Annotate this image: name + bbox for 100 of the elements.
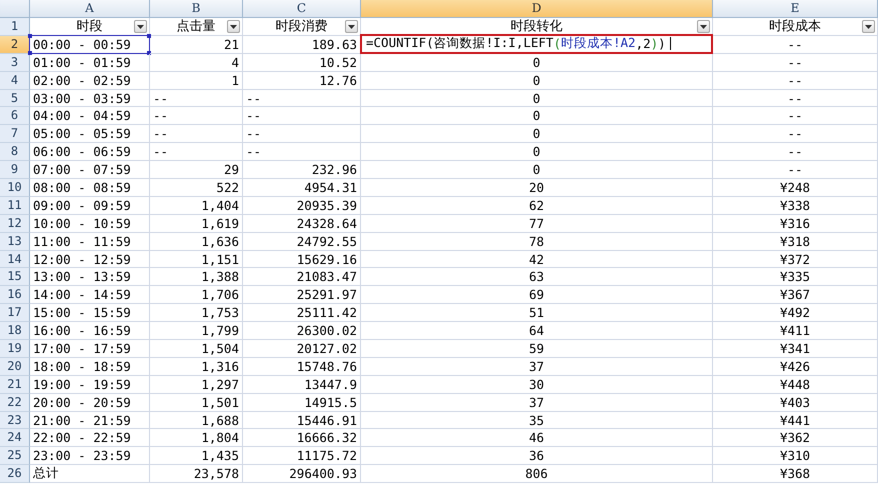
cell-value: ¥341 <box>780 340 810 356</box>
row-header[interactable]: 6 <box>0 107 30 126</box>
row-header[interactable]: 21 <box>0 376 30 394</box>
cell-value: 25291.97 <box>296 287 357 302</box>
cell-value: 1 <box>231 72 239 88</box>
cell-value: 1,388 <box>201 269 239 284</box>
row-header[interactable]: 24 <box>0 429 30 448</box>
column-title: 点击量 <box>176 18 216 36</box>
caret-down-icon <box>230 24 237 28</box>
cell-value: -- <box>787 36 803 52</box>
row-header[interactable]: 13 <box>0 232 30 251</box>
cell-value: 23:00 - 23:59 <box>33 448 131 464</box>
filter-dropdown-button[interactable] <box>134 20 147 33</box>
cell-value: -- <box>787 108 803 124</box>
cell-value: 30 <box>528 376 544 392</box>
cell-value: ¥248 <box>780 180 810 195</box>
cell-value: 05:00 - 05:59 <box>33 126 131 142</box>
cell-value: 806 <box>525 466 548 482</box>
cell-value: 13447.9 <box>304 376 357 392</box>
column-header[interactable]: E <box>713 0 878 18</box>
cell-value: 06:00 - 06:59 <box>33 144 131 160</box>
cell-value: 07:00 - 07:59 <box>33 162 131 178</box>
cell-value: 1,636 <box>201 234 239 249</box>
caret-down-icon <box>700 24 707 28</box>
column-header[interactable]: A <box>30 0 150 18</box>
cell-value: 16666.32 <box>296 430 357 446</box>
cell-value: 46 <box>528 430 544 446</box>
filter-dropdown-button[interactable] <box>697 20 710 33</box>
cell-value: 14:00 - 14:59 <box>33 287 131 302</box>
column-header[interactable]: B <box>150 0 243 18</box>
cell-value: 17:00 - 17:59 <box>33 340 131 356</box>
cell-value: -- <box>246 90 262 106</box>
cell-value: 0 <box>532 108 540 124</box>
filter-dropdown-button[interactable] <box>862 20 875 33</box>
cell-value: 69 <box>528 287 544 302</box>
referenced-cell: 00:00 - 00:59 <box>29 34 150 54</box>
cell-value: 189.63 <box>312 36 357 52</box>
row-header[interactable]: 22 <box>0 394 30 412</box>
text-cursor <box>670 37 671 50</box>
cell-value: ¥316 <box>780 216 810 231</box>
cell-value: 1,297 <box>201 376 239 392</box>
row-header[interactable]: 16 <box>0 286 30 304</box>
row-header[interactable]: 25 <box>0 447 30 466</box>
row-header[interactable]: 23 <box>0 412 30 430</box>
cell-value: 总计 <box>33 465 59 482</box>
column-title: 时段消费 <box>276 18 328 36</box>
caret-down-icon <box>137 24 144 28</box>
cell-value: 20935.39 <box>296 198 357 213</box>
row-header[interactable]: 10 <box>0 179 30 197</box>
row-header[interactable]: 19 <box>0 340 30 358</box>
row-header[interactable]: 5 <box>0 90 30 108</box>
cell-value: 0 <box>532 72 540 88</box>
row-header[interactable]: 11 <box>0 196 30 215</box>
cell-value: 23,578 <box>194 466 239 482</box>
cell-value: 51 <box>528 305 544 320</box>
row-header[interactable]: 20 <box>0 358 30 376</box>
cell-value: 21083.47 <box>296 269 357 284</box>
cell-value: 1,404 <box>201 198 239 213</box>
row-header[interactable]: 17 <box>0 304 30 322</box>
cell-value: 20:00 - 20:59 <box>33 394 131 410</box>
formula-editor[interactable]: =COUNTIF(咨询数据!I:I,LEFT(时段成本!A2,2)) <box>360 34 713 54</box>
row-header[interactable]: 3 <box>0 54 30 72</box>
cell-value: 522 <box>216 180 239 195</box>
row-header[interactable]: 9 <box>0 161 30 180</box>
row-header[interactable]: 2 <box>0 36 30 54</box>
cell-value: 09:00 - 09:59 <box>33 198 131 213</box>
column-header[interactable]: D <box>361 0 713 18</box>
cell-value: 01:00 - 01:59 <box>33 54 131 70</box>
cell-value: 10:00 - 10:59 <box>33 216 131 231</box>
row-header[interactable]: 4 <box>0 72 30 90</box>
cell-value: 1,804 <box>201 430 239 446</box>
cell-value: 1,688 <box>201 412 239 428</box>
cell-value: 29 <box>224 162 239 178</box>
cell-value: 64 <box>528 323 544 338</box>
cell-value: 21:00 - 21:59 <box>33 412 131 428</box>
cell-value: 42 <box>528 252 544 267</box>
column-header[interactable]: C <box>243 0 361 18</box>
row-header[interactable]: 18 <box>0 322 30 340</box>
row-header[interactable]: 12 <box>0 214 30 233</box>
cell-value: 0 <box>532 126 540 142</box>
cell-value: 11:00 - 11:59 <box>33 234 131 249</box>
cell-value: -- <box>246 126 262 142</box>
cell-value: 12.76 <box>319 72 357 88</box>
cell-value: 1,619 <box>201 216 239 231</box>
cell-value: 15629.16 <box>296 252 357 267</box>
cell-value: 04:00 - 04:59 <box>33 108 131 124</box>
cell-value: ¥335 <box>780 269 810 284</box>
cell-value: 35 <box>528 412 544 428</box>
cell-value: 19:00 - 19:59 <box>33 376 131 392</box>
formula-text: 时段成本!A2 <box>561 35 636 52</box>
row-header[interactable]: 15 <box>0 268 30 286</box>
row-header[interactable]: 14 <box>0 250 30 268</box>
filter-dropdown-button[interactable] <box>345 20 358 33</box>
cell-value: -- <box>787 162 803 178</box>
row-header[interactable]: 7 <box>0 125 30 144</box>
row-header[interactable]: 8 <box>0 143 30 162</box>
cell-value: 14915.5 <box>304 394 357 410</box>
filter-dropdown-button[interactable] <box>227 20 240 33</box>
row-header[interactable]: 26 <box>0 465 30 484</box>
row-header[interactable]: 1 <box>0 18 30 36</box>
